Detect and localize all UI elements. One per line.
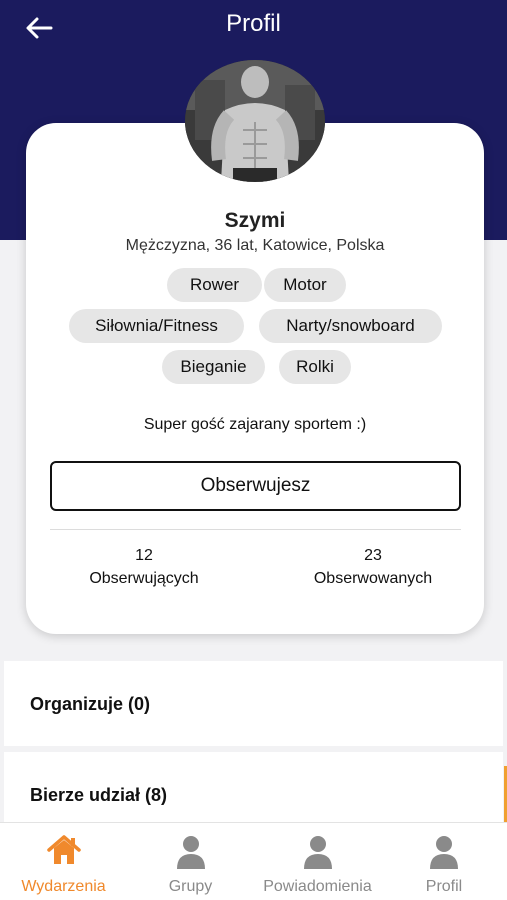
interest-chip: Bieganie [162,350,265,384]
tab-label: Grupy [168,878,213,895]
section-title: Organizuje (0) [30,694,151,714]
followers-stat[interactable]: 12 Obserwujących [59,544,229,590]
person-icon [176,836,205,869]
divider [50,529,461,530]
profile-name: Szymi [224,209,286,232]
organizes-section[interactable]: Organizuje (0) [4,661,503,746]
avatar [185,60,325,182]
person-icon [430,836,458,869]
interest-chip: Siłownia/Fitness [69,309,244,343]
participates-section[interactable]: Bierze udział (8) [4,752,503,822]
following-count: 23 [364,547,382,564]
tab-profil[interactable]: Profil [381,823,507,900]
tab-label: Profil [425,878,463,895]
profile-card: Szymi Mężczyzna, 36 lat, Katowice, Polsk… [26,123,484,634]
following-label: Obserwowanych [313,570,433,587]
follow-button[interactable]: Obserwujesz [50,461,461,511]
profile-bio: Super gość zajarany sportem :) [143,416,367,433]
person-icon [303,836,332,869]
profile-meta: Mężczyzna, 36 lat, Katowice, Polska [125,237,385,254]
following-stat[interactable]: 23 Obserwowanych [288,544,458,590]
tab-grupy[interactable]: Grupy [127,823,254,900]
followers-label: Obserwujących [89,570,199,587]
followers-count: 12 [135,547,153,564]
tab-powiadomienia[interactable]: Powiadomienia [254,823,381,900]
section-title: Bierze udział (8) [30,785,168,805]
page-title: Profil [226,10,281,37]
interest-chip: Rolki [279,350,351,384]
home-icon [46,835,81,864]
tab-label: Powiadomienia [263,878,372,895]
interest-chip: Motor [264,268,346,302]
bottom-tab-bar: Wydarzenia Grupy Powiadomienia Profil [0,822,507,900]
interest-chip: Rower [167,268,262,302]
tab-label: Wydarzenia [21,878,106,895]
interest-chip: Narty/snowboard [259,309,442,343]
tab-wydarzenia[interactable]: Wydarzenia [0,823,127,900]
